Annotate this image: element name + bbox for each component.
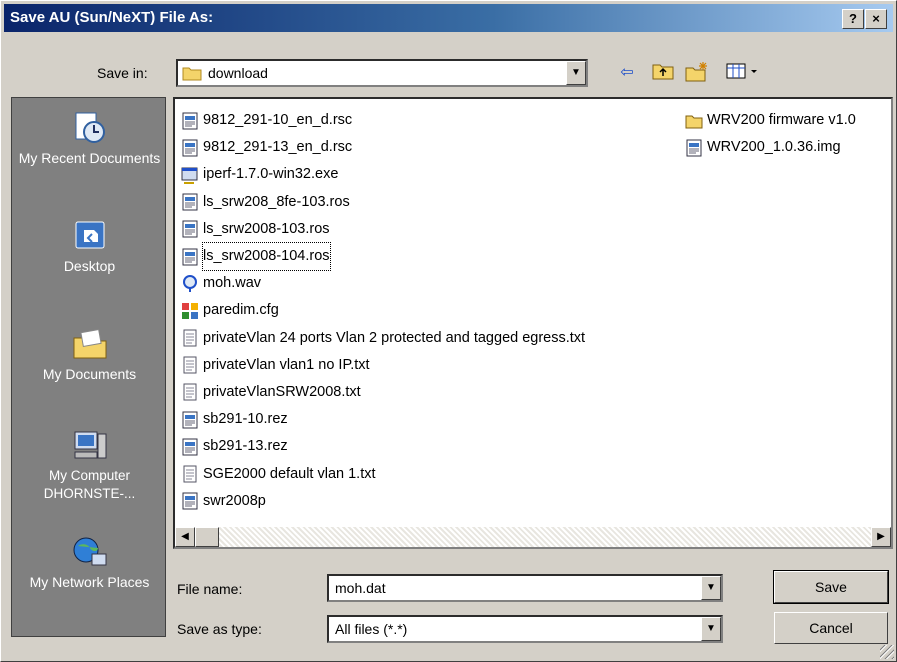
file-name: privateVlanSRW2008.txt — [203, 383, 361, 400]
window-title: Save AU (Sun/NeXT) File As: — [10, 9, 214, 26]
file-item[interactable]: paredim.cfg — [181, 297, 681, 324]
back-icon[interactable]: ⇦ — [615, 61, 639, 85]
file-name: iperf-1.7.0-win32.exe — [203, 166, 339, 183]
file-name: SGE2000 default vlan 1.txt — [203, 465, 376, 482]
file-item[interactable]: ls_srw2008-103.ros — [181, 216, 681, 243]
scroll-left-button[interactable]: ◀ — [175, 527, 195, 547]
save-in-combo[interactable]: download ▼ — [176, 59, 588, 87]
filetype-value: All files (*.*) — [335, 621, 408, 637]
place-label: My Documents — [42, 366, 137, 382]
place-my-documents[interactable]: My Documents — [12, 326, 167, 383]
up-folder-icon[interactable] — [651, 61, 675, 85]
file-name: ls_srw208_8fe-103.ros — [203, 193, 350, 210]
cancel-button[interactable]: Cancel — [774, 612, 888, 644]
filetype-dropdown-arrow[interactable]: ▼ — [701, 617, 721, 641]
filetype-combo[interactable]: All files (*.*) ▼ — [327, 615, 723, 643]
filename-input[interactable]: moh.dat — [335, 576, 386, 600]
binary-file-icon — [182, 492, 198, 510]
binary-file-icon — [182, 438, 198, 456]
file-item[interactable]: sb291-13.rez — [181, 433, 681, 460]
new-folder-icon[interactable] — [685, 61, 709, 85]
file-item[interactable]: swr2008p — [181, 488, 681, 515]
file-item[interactable]: ls_srw208_8fe-103.ros — [181, 189, 681, 216]
file-name: 9812_291-10_en_d.rsc — [203, 112, 353, 129]
text-file-icon — [183, 356, 197, 374]
filetype-label: Save as type: — [177, 621, 262, 637]
file-item[interactable]: privateVlanSRW2008.txt — [181, 379, 681, 406]
file-name: privateVlan vlan1 no IP.txt — [203, 356, 370, 373]
place-label: Desktop — [63, 258, 116, 274]
filename-label: File name: — [177, 581, 243, 597]
my-documents-icon — [73, 328, 106, 359]
place-my-computer[interactable]: My Computer DHORNSTE-... — [12, 428, 167, 503]
file-item[interactable]: iperf-1.7.0-win32.exe — [181, 161, 681, 188]
help-button[interactable]: ? — [842, 9, 864, 29]
file-item[interactable]: 9812_291-13_en_d.rsc — [181, 134, 681, 161]
horizontal-scrollbar[interactable]: ◀ ▶ — [175, 527, 891, 547]
file-item[interactable]: sb291-10.rez — [181, 406, 681, 433]
file-name: 9812_291-13_en_d.rsc — [203, 139, 353, 156]
binary-file-icon — [686, 139, 702, 157]
places-bar: My Recent Documents Desktop My Documents… — [11, 97, 166, 637]
file-item[interactable]: moh.wav — [181, 270, 681, 297]
file-item[interactable]: 9812_291-10_en_d.rsc — [181, 107, 681, 134]
place-label: My Recent Documents — [18, 150, 161, 166]
recent-documents-icon — [75, 112, 105, 143]
save-in-value: download — [208, 65, 268, 81]
file-name: ls_srw2008-104.ros — [202, 242, 331, 272]
save-button[interactable]: Save — [773, 570, 889, 604]
place-recent-documents[interactable]: My Recent Documents — [12, 110, 167, 167]
text-file-icon — [183, 465, 197, 483]
file-name: sb291-13.rez — [203, 438, 288, 455]
config-file-icon — [182, 302, 198, 319]
binary-file-icon — [182, 220, 198, 238]
folder-icon — [685, 115, 703, 129]
binary-file-icon — [182, 193, 198, 211]
binary-file-icon — [182, 112, 198, 130]
audio-file-icon — [183, 274, 197, 292]
views-menu-icon[interactable] — [723, 61, 763, 85]
network-places-icon — [73, 537, 106, 566]
file-list[interactable]: 9812_291-10_en_d.rsc 9812_291-13_en_d.rsc… — [173, 97, 893, 549]
resize-grip[interactable] — [880, 645, 894, 659]
file-item[interactable]: privateVlan vlan1 no IP.txt — [181, 352, 681, 379]
scroll-right-button[interactable]: ▶ — [871, 527, 891, 547]
binary-file-icon — [182, 411, 198, 429]
text-file-icon — [183, 329, 197, 347]
desktop-icon — [75, 221, 104, 249]
file-name: privateVlan 24 ports Vlan 2 protected an… — [203, 329, 586, 346]
file-item[interactable]: ls_srw2008-104.ros — [181, 242, 681, 272]
file-name: paredim.cfg — [203, 302, 279, 319]
file-column-1: 9812_291-10_en_d.rsc 9812_291-13_en_d.rsc… — [181, 107, 681, 515]
filename-combo[interactable]: moh.dat ▼ — [327, 574, 723, 602]
file-item[interactable]: privateVlan 24 ports Vlan 2 protected an… — [181, 325, 681, 352]
text-file-icon — [183, 383, 197, 401]
exe-file-icon — [181, 167, 198, 184]
file-item[interactable]: SGE2000 default vlan 1.txt — [181, 460, 681, 487]
file-name: swr2008p — [203, 492, 266, 509]
place-desktop[interactable]: Desktop — [12, 218, 167, 275]
folder-icon — [182, 67, 202, 81]
binary-file-icon — [182, 139, 198, 157]
file-item[interactable]: WRV200 firmware v1.0 — [685, 107, 890, 134]
file-name: ls_srw2008-103.ros — [203, 220, 330, 237]
filename-dropdown-arrow[interactable]: ▼ — [701, 576, 721, 600]
place-label: My Computer DHORNSTE-... — [43, 468, 136, 501]
file-item[interactable]: WRV200_1.0.36.img — [685, 134, 890, 161]
save-dialog: Save AU (Sun/NeXT) File As: ? × Save in:… — [0, 0, 897, 662]
file-name: WRV200_1.0.36.img — [707, 139, 841, 156]
binary-file-icon — [182, 248, 198, 266]
file-column-2: WRV200 firmware v1.0 WRV200_1.0.36.img — [685, 107, 890, 161]
close-button[interactable]: × — [865, 9, 887, 29]
my-computer-icon — [74, 431, 106, 459]
file-name: WRV200 firmware v1.0 — [707, 112, 856, 129]
save-in-dropdown-arrow[interactable]: ▼ — [566, 61, 586, 85]
file-name: sb291-10.rez — [203, 411, 288, 428]
file-name: moh.wav — [203, 275, 262, 292]
place-network[interactable]: My Network Places — [12, 534, 167, 591]
place-label: My Network Places — [29, 574, 150, 590]
title-bar[interactable]: Save AU (Sun/NeXT) File As: ? × — [4, 4, 893, 32]
scroll-thumb[interactable] — [195, 527, 219, 547]
save-in-label: Save in: — [97, 65, 148, 81]
